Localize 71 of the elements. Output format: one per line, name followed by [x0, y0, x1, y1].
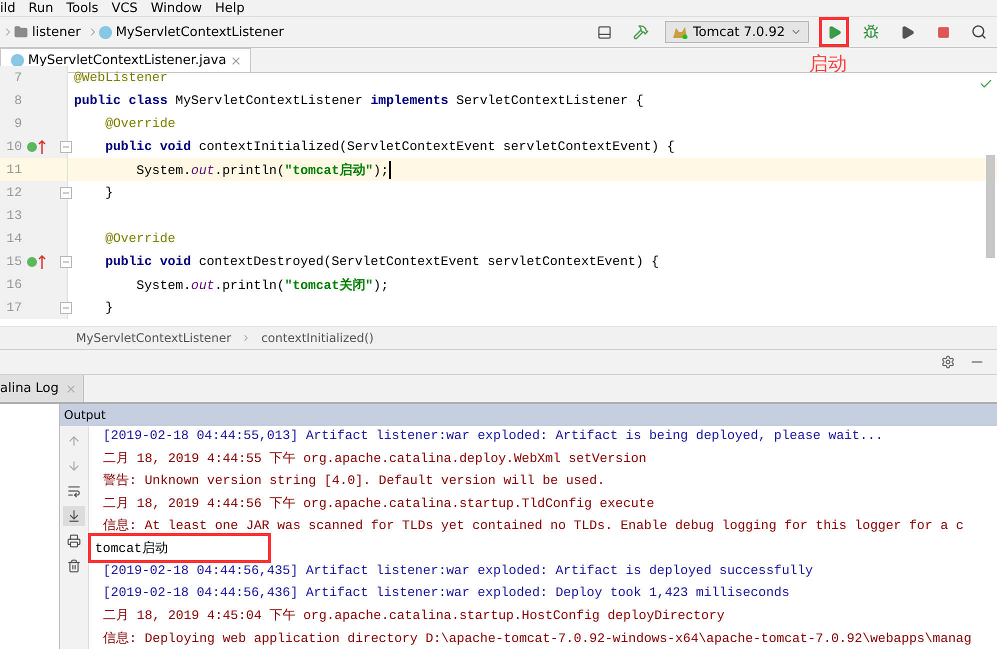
line-number: 11: [5, 162, 22, 177]
fold-icon: [60, 140, 72, 152]
close-icon[interactable]: [230, 54, 242, 66]
editor-tab[interactable]: MyServletContextListener.java: [0, 48, 252, 72]
play-icon: [826, 24, 842, 40]
window-icon: [597, 24, 612, 40]
breadcrumb-item[interactable]: MyServletContextListener: [76, 331, 232, 345]
code-line: System.out.println("tomcat启动");: [135, 162, 389, 178]
menu-item[interactable]: Run: [28, 0, 54, 16]
callout-label: 启动: [809, 52, 847, 77]
menu-item[interactable]: Window: [150, 0, 202, 16]
fold-icon: [60, 302, 72, 314]
play-icon: [900, 24, 914, 40]
line-number: 16: [5, 277, 22, 292]
log-line: 警告: Unknown version string [4.0]. Default version will be used.: [103, 472, 605, 490]
code-line: @Override: [104, 116, 176, 131]
log-line: 二月 18, 2019 4:44:55 下午 org.apache.catalina.deploy.WebXml setVersion: [103, 450, 646, 467]
breadcrumb-item[interactable]: listener: [32, 24, 81, 40]
line-number: 17: [5, 300, 22, 315]
print-icon: [67, 534, 81, 548]
bug-icon: [863, 24, 879, 40]
log-line: 信息: Deploying web application directory D:\apache-tomcat-7.0.92-windows-x64\apache-tomcat-7.0.92\webapps\manag: [103, 630, 972, 647]
search-icon: [971, 24, 987, 40]
log-line: 二月 18, 2019 4:44:56 下午 org.apache.catalina.startup.TldConfig execute: [103, 494, 654, 512]
scroll-end-button[interactable]: [63, 506, 85, 526]
run-button[interactable]: [819, 17, 849, 47]
stop-icon: [936, 26, 950, 38]
class-icon: [11, 54, 24, 67]
log-line: tomcat启动: [91, 536, 268, 560]
code-line: @WebListener: [73, 70, 168, 85]
class-icon: [98, 26, 112, 38]
log-line: [2019-02-18 04:44:56,436] Artifact listener:war exploded: Deploy took 1,423 milliseconds: [103, 585, 790, 600]
settings-icon[interactable]: [941, 355, 955, 369]
line-number: 15: [5, 254, 22, 269]
line-number: 10: [5, 139, 22, 154]
code-line: public class MyServletContextListener implements ServletContextListener {: [73, 93, 644, 108]
hammer-icon: [632, 24, 649, 40]
menu-item[interactable]: VCS: [111, 0, 138, 16]
panel-title: Output: [60, 404, 997, 426]
line-number: 12: [5, 185, 22, 200]
menu-item[interactable]: Tools: [66, 0, 98, 16]
override-icon: [26, 254, 48, 270]
fold-icon: [60, 256, 72, 268]
code-line: public void contextInitialized(ServletContextEvent servletContextEvent) {: [104, 139, 675, 154]
breadcrumb-item[interactable]: MyServletContextListener: [116, 24, 284, 40]
code-line: public void contextDestroyed(ServletContextEvent servletContextEvent) {: [104, 254, 660, 269]
scroll-end-icon: [67, 509, 81, 523]
line-number: 8: [13, 93, 22, 108]
menu-item[interactable]: Help: [214, 0, 245, 16]
run-config-dropdown[interactable]: Tomcat 7.0.92: [664, 21, 809, 43]
log-line: [2019-02-18 04:44:56,435] Artifact listener:war exploded: Artifact is deployed successfully: [103, 562, 813, 578]
line-number: 14: [5, 231, 22, 246]
line-number: 7: [13, 70, 22, 85]
line-number: 9: [13, 116, 22, 131]
code-line: }: [104, 300, 114, 315]
breadcrumb-item[interactable]: contextInitialized(): [261, 331, 374, 345]
trash-icon: [67, 559, 81, 573]
folder-icon: [14, 25, 28, 39]
code-line: @Override: [104, 231, 176, 246]
text-caret: [388, 160, 391, 178]
menu-item[interactable]: ild: [0, 0, 16, 16]
line-number: 13: [5, 208, 22, 223]
log-line: 信息: At least one JAR was scanned for TLDs yet contained no TLDs. Enable debug logging for this logger for a c: [103, 516, 964, 534]
code-line: }: [104, 185, 114, 200]
log-line: 二月 18, 2019 4:45:04 下午 org.apache.catalina.startup.HostConfig deployDirectory: [103, 607, 724, 624]
fold-icon: [60, 186, 72, 198]
log-line: [2019-02-18 04:44:55,013] Artifact listener:war exploded: Artifact is being deployed, please wait...: [103, 428, 884, 443]
code-line: System.out.println("tomcat关闭");: [135, 276, 389, 294]
tool-tab[interactable]: alina Log: [0, 375, 84, 402]
wrap-icon: [67, 484, 81, 498]
override-icon: [26, 138, 48, 154]
